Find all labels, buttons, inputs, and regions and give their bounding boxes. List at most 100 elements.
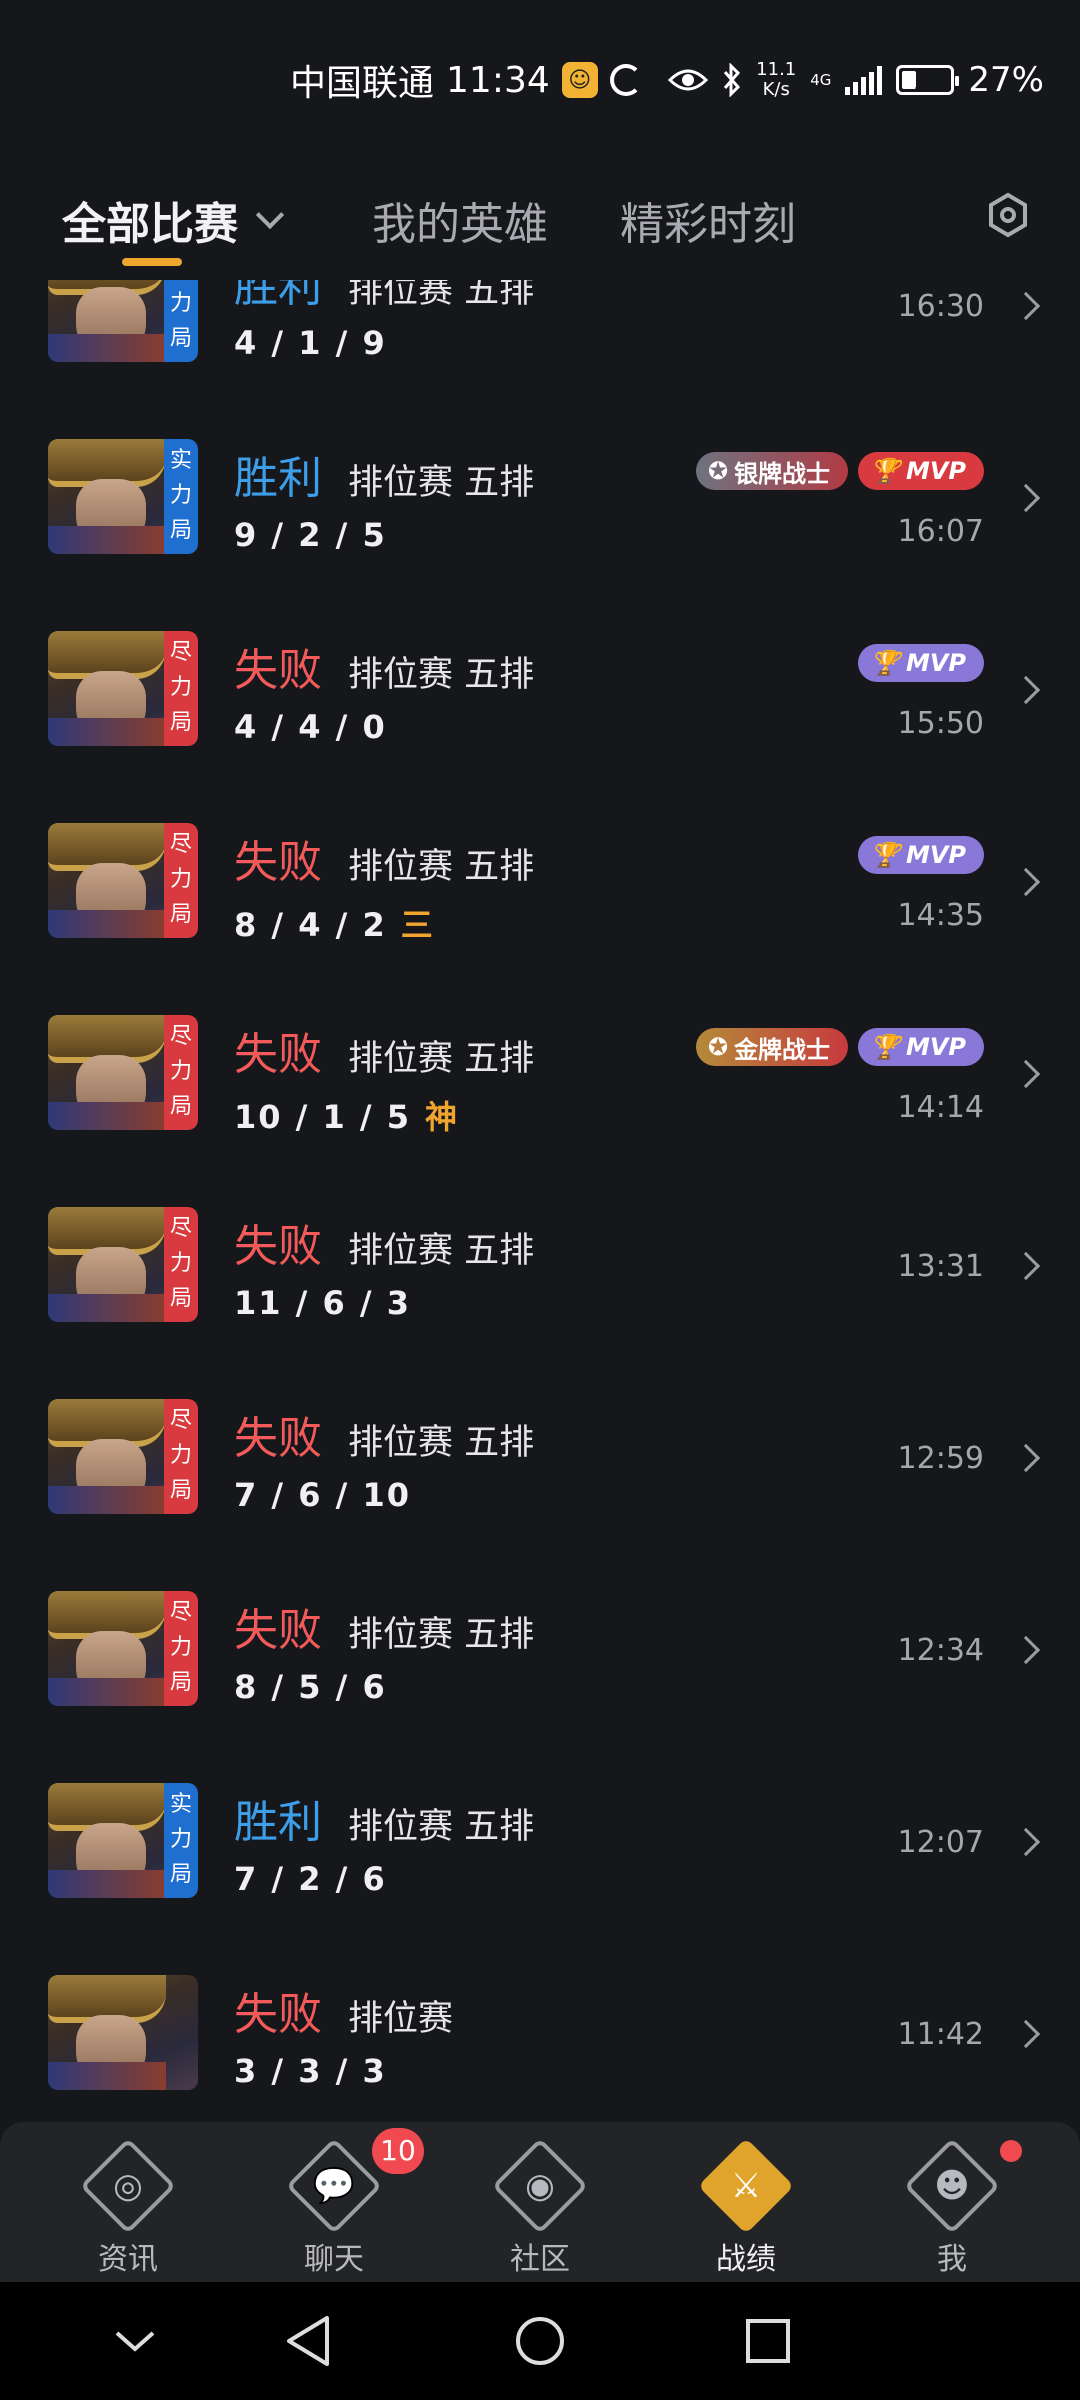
- match-time: 12:07: [897, 1825, 984, 1860]
- mvp-badge: 🏆 MVP: [858, 836, 984, 874]
- nav-item-profile[interactable]: ☻ 我: [844, 2122, 1060, 2282]
- badge-label: 银牌战士: [734, 459, 831, 488]
- hero-avatar[interactable]: 尽 力 局: [48, 1399, 198, 1514]
- avatar-scarf: [48, 526, 166, 554]
- trophy-icon: ✪: [707, 1033, 729, 1061]
- home-button[interactable]: [490, 2282, 590, 2400]
- chevron-right-icon: [1011, 1059, 1041, 1089]
- hero-avatar[interactable]: 尽 力 局: [48, 1207, 198, 1322]
- match-time: 16:07: [897, 514, 984, 549]
- trophy-icon: 🏆: [870, 1033, 900, 1061]
- chevron-right-icon: [1011, 675, 1041, 705]
- chevron-right-icon: [1011, 2019, 1041, 2049]
- performance-badge: 尽 力 局: [164, 823, 198, 938]
- status-bar: 中国联通 11:34 ☺ 11.1 K/s 4G ⚡ 27%: [0, 0, 1080, 160]
- performance-badge: 尽 力 局: [164, 1399, 198, 1514]
- badge-label: MVP: [905, 649, 966, 677]
- chevron-right-icon: [1011, 867, 1041, 897]
- signal-icon: [845, 65, 883, 95]
- chevron-right-icon: [1011, 483, 1041, 513]
- match-time: 12:34: [897, 1633, 984, 1668]
- avatar-scarf: [48, 1870, 166, 1898]
- recents-button[interactable]: [718, 2282, 818, 2400]
- match-result: 失败: [234, 1221, 322, 1272]
- match-mode: 排位赛: [348, 1999, 454, 2039]
- hero-avatar[interactable]: 尽 力 局: [48, 1591, 198, 1706]
- kda-stats: 7 / 2 / 6: [234, 1860, 387, 1898]
- match-row[interactable]: 尽 力 局 失败 排位赛 五排 4 / 4 / 0 🏆 MVP 15:50: [0, 566, 1080, 758]
- chevron-down-icon: [115, 2331, 155, 2352]
- kda-stats: 4 / 1 / 9: [234, 324, 387, 362]
- unread-count-badge: 10: [372, 2128, 424, 2174]
- hero-avatar[interactable]: 尽 力 局: [48, 631, 198, 746]
- sync-icon: [609, 64, 642, 96]
- kda-stats: 10 / 1 / 5 神: [234, 1092, 459, 1138]
- nav-item-community[interactable]: ◉ 社区: [432, 2122, 648, 2282]
- nav-label: 我: [937, 2242, 967, 2277]
- match-row[interactable]: 尽 力 局 失败 排位赛 五排 11 / 6 / 3 13:31: [0, 1142, 1080, 1334]
- tab-all-matches[interactable]: 全部比赛: [62, 188, 285, 252]
- kda-value: 9 / 2 / 5: [234, 516, 387, 554]
- silver-warrior-badge: ✪ 银牌战士: [695, 452, 849, 490]
- tab-my-heroes[interactable]: 我的英雄: [372, 188, 548, 252]
- avatar-scarf: [48, 910, 166, 938]
- kda-value: 10 / 1 / 5: [234, 1098, 411, 1136]
- match-row[interactable]: 失败 排位赛 3 / 3 / 3 11:42: [0, 1910, 1080, 2102]
- match-row[interactable]: 尽 力 局 失败 排位赛 五排 7 / 6 / 10 12:59: [0, 1334, 1080, 1526]
- app-notification-icon: ☺: [561, 62, 598, 98]
- hero-avatar[interactable]: 实 力 局: [48, 1783, 198, 1898]
- tab-highlights[interactable]: 精彩时刻: [620, 188, 796, 252]
- mvp-badge: 🏆 MVP: [858, 644, 984, 682]
- match-mode: 排位赛 五排: [348, 1807, 535, 1847]
- mvp-badge: 🏆 MVP: [858, 1028, 984, 1066]
- match-mode: 排位赛 五排: [348, 463, 535, 503]
- match-row[interactable]: 尽 力 局 失败 排位赛 五排 8 / 5 / 6 12:34: [0, 1526, 1080, 1718]
- bottom-nav: ◎ 资讯 💬 聊天 10 ◉ 社区 ⚔ 战绩 ☻ 我: [0, 2122, 1080, 2282]
- hero-avatar[interactable]: 实 力 局: [48, 439, 198, 554]
- match-row[interactable]: 尽 力 局 失败 排位赛 五排 8 / 4 / 2 三 🏆 MVP 14:35: [0, 758, 1080, 950]
- profile-icon: ☻: [934, 2166, 970, 2206]
- match-list[interactable]: 实 力 局胜利排位赛 五排4 / 1 / 916:30实 力 局胜利排位赛 五排…: [0, 262, 1080, 2122]
- match-row[interactable]: 实 力 局胜利 排位赛 五排 9 / 2 / 5 ✪ 银牌战士 🏆 MVP 16:07: [0, 374, 1080, 566]
- carrier-name: 中国联通: [290, 63, 435, 104]
- hero-avatar[interactable]: [48, 1975, 198, 2090]
- match-row[interactable]: 尽 力 局失败 排位赛 五排 10 / 1 / 5 神 ✪ 金牌战士 🏆 MVP 14:14: [0, 950, 1080, 1142]
- kda-stats: 9 / 2 / 5: [234, 516, 387, 554]
- settings-hex-icon[interactable]: [985, 192, 1031, 238]
- badge-label: MVP: [905, 457, 966, 485]
- hero-avatar[interactable]: 尽 力 局: [48, 1015, 198, 1130]
- nav-item-news[interactable]: ◎ 资讯: [20, 2122, 236, 2282]
- back-triangle-icon: [287, 2316, 329, 2366]
- nav-item-chat[interactable]: 💬 聊天 10: [226, 2122, 442, 2282]
- badge-label: 金牌战士: [734, 1035, 831, 1064]
- nav-item-crossed-swords[interactable]: ⚔ 战绩: [638, 2122, 854, 2282]
- match-result: 失败: [234, 1413, 322, 1464]
- net-speed-unit: K/s: [762, 79, 790, 100]
- match-time: 15:50: [897, 706, 984, 741]
- performance-badge: 尽 力 局: [164, 1207, 198, 1322]
- kda-value: 7 / 6 / 10: [234, 1476, 411, 1514]
- tab-bar: 全部比赛 我的英雄 精彩时刻: [0, 170, 1080, 280]
- chevron-right-icon: [1011, 1635, 1041, 1665]
- hero-avatar[interactable]: 尽 力 局: [48, 823, 198, 938]
- avatar-scarf: [48, 2062, 166, 2090]
- nav-label: 资讯: [98, 2242, 158, 2277]
- home-circle-icon: [516, 2317, 564, 2365]
- hide-nav-button[interactable]: [85, 2282, 185, 2400]
- match-row[interactable]: 实 力 局 胜利 排位赛 五排 7 / 2 / 6 12:07: [0, 1718, 1080, 1910]
- avatar-scarf: [48, 1294, 166, 1322]
- kda-value: 7 / 2 / 6: [234, 1860, 387, 1898]
- back-button[interactable]: [258, 2282, 358, 2400]
- kda-stats: 3 / 3 / 3: [234, 2052, 387, 2090]
- match-mode: 排位赛 五排: [348, 655, 535, 695]
- trophy-icon: ✪: [707, 457, 729, 485]
- trophy-icon: 🏆: [870, 841, 900, 869]
- match-time: 14:35: [897, 898, 984, 933]
- kda-stats: 8 / 5 / 6: [234, 1668, 387, 1706]
- kda-stats: 4 / 4 / 0: [234, 708, 387, 746]
- notification-dot: [1000, 2140, 1022, 2162]
- kda-stats: 11 / 6 / 3: [234, 1284, 411, 1322]
- honor-badges: ✪ 金牌战士 🏆 MVP: [695, 1028, 984, 1066]
- kda-value: 4 / 1 / 9: [234, 324, 387, 362]
- kda-value: 4 / 4 / 0: [234, 708, 387, 746]
